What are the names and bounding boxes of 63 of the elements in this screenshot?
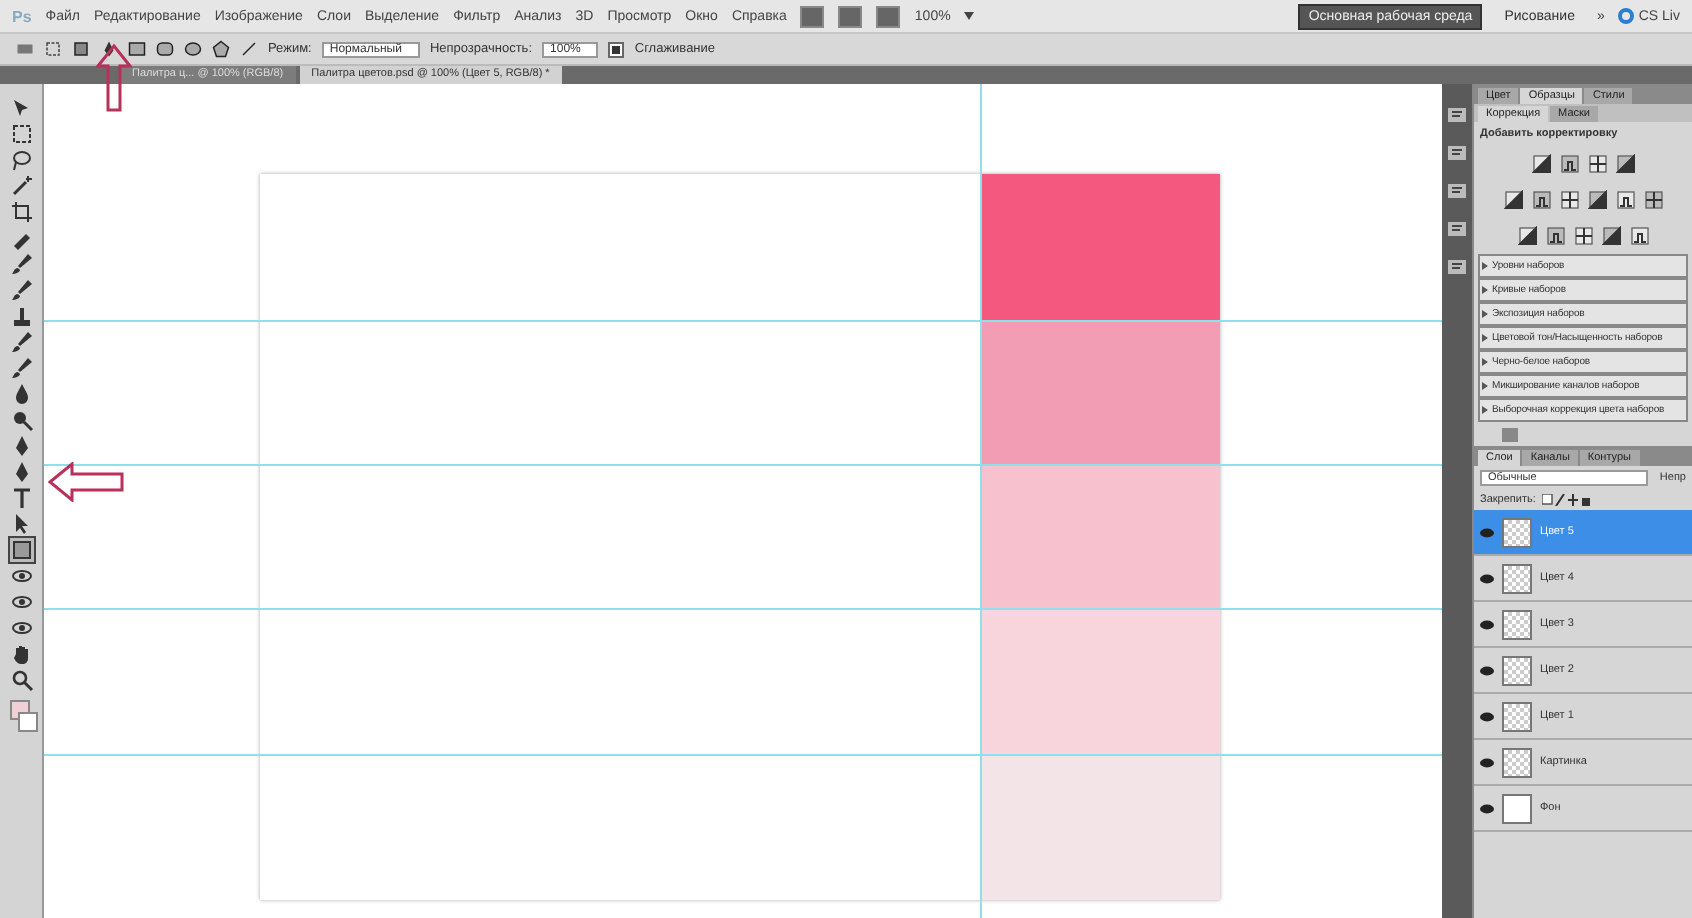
- annotation-arrow: [96, 44, 132, 112]
- antialias-checkbox[interactable]: [608, 41, 625, 57]
- adjustment-icon[interactable]: [1545, 226, 1565, 246]
- layer-thumbnail: [1502, 517, 1532, 547]
- adjustment-icon[interactable]: [1559, 154, 1579, 174]
- rectangle-tool-icon[interactable]: [9, 538, 33, 562]
- orbit-tool-icon[interactable]: [9, 590, 33, 614]
- layer-thumbnail: [1502, 655, 1532, 685]
- polygon-icon[interactable]: [212, 40, 230, 58]
- brush-tool-icon[interactable]: [9, 356, 33, 380]
- ellipse-icon[interactable]: [184, 40, 202, 58]
- orbit-tool-icon[interactable]: [9, 564, 33, 588]
- adjustment-icon[interactable]: [1615, 154, 1635, 174]
- rectangle-icon[interactable]: [128, 40, 146, 58]
- brush-tool-icon[interactable]: [9, 278, 33, 302]
- rounded-rectangle-icon[interactable]: [156, 40, 174, 58]
- eye-icon[interactable]: [1480, 527, 1494, 537]
- adjustment-icon[interactable]: [1531, 190, 1551, 210]
- marquee-icon[interactable]: [44, 40, 62, 58]
- adjustment-icon[interactable]: [1629, 226, 1649, 246]
- tool-preset-icon[interactable]: [16, 40, 34, 58]
- adjustment-icon[interactable]: [1559, 190, 1579, 210]
- type-tool-icon[interactable]: [9, 486, 33, 510]
- color-swatches-icon[interactable]: [9, 700, 33, 732]
- eye-icon[interactable]: [1480, 803, 1494, 813]
- adjustment-icon[interactable]: [1587, 154, 1607, 174]
- adjustment-icon[interactable]: [1601, 226, 1621, 246]
- stamp-tool-icon[interactable]: [9, 304, 33, 328]
- eye-icon[interactable]: [1480, 619, 1494, 629]
- annotation-arrow: [48, 462, 124, 502]
- caret-icon[interactable]: [964, 12, 975, 20]
- adjustment-icon[interactable]: [1615, 190, 1635, 210]
- layer-thumbnail: [1502, 747, 1532, 777]
- layer-thumbnail: [1502, 793, 1532, 823]
- eye-icon[interactable]: [1480, 757, 1494, 767]
- adjustment-icon[interactable]: [1573, 226, 1593, 246]
- orbit-tool-icon[interactable]: [9, 616, 33, 640]
- adjustment-icon[interactable]: [1587, 190, 1607, 210]
- wand-tool-icon[interactable]: [9, 174, 33, 198]
- lasso-tool-icon[interactable]: [9, 148, 33, 172]
- move-tool-icon[interactable]: [9, 96, 33, 120]
- marquee-tool-icon[interactable]: [9, 122, 33, 146]
- crop-tool-icon[interactable]: [9, 200, 33, 224]
- adjustment-icon[interactable]: [1517, 226, 1537, 246]
- eye-icon[interactable]: [1480, 711, 1494, 721]
- eye-icon[interactable]: [1480, 573, 1494, 583]
- brush-tool-icon[interactable]: [9, 252, 33, 276]
- adjustment-icon[interactable]: [1503, 190, 1523, 210]
- zoom-tool-icon[interactable]: [9, 668, 33, 692]
- pen-icon[interactable]: [100, 40, 118, 58]
- layer-thumbnail: [1502, 701, 1532, 731]
- shape-layers-icon[interactable]: [72, 40, 90, 58]
- eye-icon[interactable]: [1480, 665, 1494, 675]
- line-icon[interactable]: [240, 40, 258, 58]
- hand-tool-icon[interactable]: [9, 642, 33, 666]
- brush-tool-icon[interactable]: [9, 330, 33, 354]
- adjustment-icon[interactable]: [1643, 190, 1663, 210]
- dodge-tool-icon[interactable]: [9, 408, 33, 432]
- layer-thumbnail: [1502, 563, 1532, 593]
- lock-icons[interactable]: [1541, 494, 1590, 506]
- adjustment-icon[interactable]: [1531, 154, 1551, 174]
- layer-thumbnail: [1502, 609, 1532, 639]
- app-logo: Ps: [12, 7, 32, 25]
